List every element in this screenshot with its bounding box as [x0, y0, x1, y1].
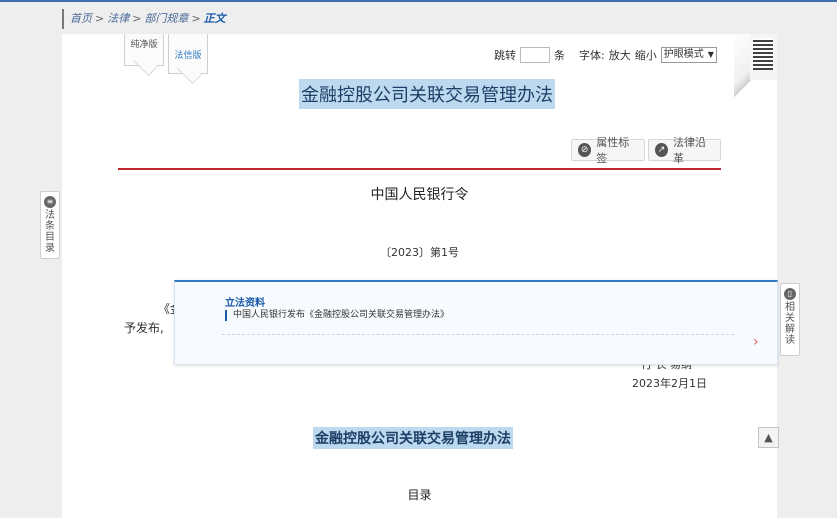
breadcrumb-current: 正文: [203, 12, 226, 25]
back-to-top-button[interactable]: ▲: [758, 427, 779, 448]
attribute-tags-button[interactable]: ⊘ 属性标签: [571, 136, 645, 165]
red-divider: [118, 168, 721, 170]
jump-input[interactable]: [520, 47, 550, 63]
popup-divider: [222, 334, 734, 335]
font-smaller-button[interactable]: 缩小: [635, 47, 657, 63]
top-border: [0, 0, 837, 2]
document-number: 〔2023〕第1号: [380, 246, 459, 259]
chevron-down-icon: ▼: [707, 50, 714, 59]
font-label: 字体:: [579, 49, 605, 62]
arrow-up-icon: ▲: [764, 431, 773, 444]
body-text-line2: 予发布,: [124, 321, 164, 335]
reading-mode-value: 护眼模式: [663, 49, 704, 60]
jump-unit: 条: [554, 49, 565, 62]
law-history-button[interactable]: ↗ 法律沿革: [648, 136, 721, 165]
body-title: 金融控股公司关联交易管理办法: [313, 427, 513, 449]
breadcrumb-sep: >: [132, 12, 142, 25]
reader-toolbar: 跳转 条 字体: 放大 缩小 护眼模式 ▼: [494, 47, 717, 63]
breadcrumb-home[interactable]: 首页: [70, 12, 92, 25]
article-toc-tab[interactable]: ≡ 法条目录: [40, 191, 60, 259]
related-interpretation-label: 相关解读: [785, 302, 795, 346]
qr-code-icon: [753, 38, 773, 70]
issuing-order: 中国人民银行令: [370, 187, 469, 203]
document-page: 纯净版 法信版 跳转 条 字体: 放大 缩小 护眼模式 ▼ 金融控股公司关联交易管…: [62, 34, 777, 518]
jump-label: 跳转: [494, 49, 516, 62]
popup-item-link[interactable]: 中国人民银行发布《金融控股公司关联交易管理办法》: [225, 310, 449, 321]
tag-icon: ⊘: [578, 143, 592, 157]
list-icon: ≡: [44, 196, 56, 208]
attribute-tags-label: 属性标签: [596, 136, 630, 165]
chevron-right-icon[interactable]: ›: [753, 334, 767, 352]
tab-plain-version[interactable]: 纯净版: [124, 34, 164, 66]
breadcrumb: 首页 > 法律 > 部门规章 > 正文: [62, 9, 226, 29]
article-toc-label: 法条目录: [45, 210, 55, 254]
breadcrumb-sep: >: [191, 12, 201, 25]
trend-icon: ↗: [655, 143, 669, 157]
font-larger-button[interactable]: 放大: [609, 47, 631, 63]
related-interpretation-tab[interactable]: ▯ 相关解读: [780, 283, 800, 356]
reading-mode-select[interactable]: 护眼模式 ▼: [660, 47, 717, 63]
qr-code[interactable]: [750, 34, 777, 80]
popup-section-title: 立法资料: [225, 298, 265, 309]
book-icon: ▯: [784, 288, 796, 300]
breadcrumb-sep: >: [95, 12, 105, 25]
breadcrumb-rules[interactable]: 部门规章: [144, 12, 188, 25]
sign-date: 2023年2月1日: [632, 377, 707, 390]
toc-heading: 目录: [407, 488, 432, 502]
breadcrumb-law[interactable]: 法律: [107, 12, 129, 25]
law-history-label: 法律沿革: [673, 136, 707, 165]
document-title: 金融控股公司关联交易管理办法: [299, 79, 555, 109]
tab-faxin-version[interactable]: 法信版: [168, 34, 208, 74]
legislation-popup: 立法资料 中国人民银行发布《金融控股公司关联交易管理办法》 ›: [174, 280, 778, 365]
